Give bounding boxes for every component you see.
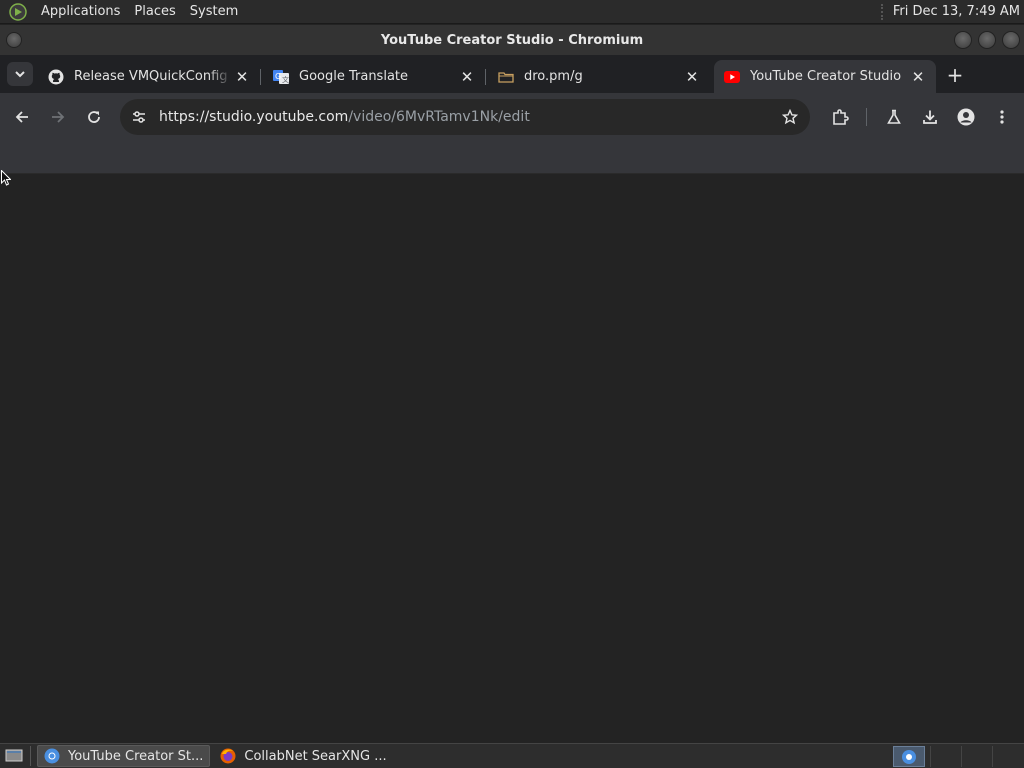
back-button[interactable] — [4, 99, 40, 135]
minimize-button[interactable] — [954, 31, 972, 49]
address-bar[interactable]: https://studio.youtube.com/video/6MvRTam… — [120, 99, 810, 135]
tab-title: Google Translate — [299, 69, 409, 84]
download-icon — [923, 110, 937, 124]
profile-button[interactable] — [948, 99, 984, 135]
back-arrow-icon — [15, 111, 28, 123]
tab-title: YouTube Creator Studio — [750, 69, 902, 84]
show-desktop-button[interactable] — [2, 746, 26, 766]
close-tab-icon[interactable]: ✕ — [908, 67, 928, 87]
taskbar-item-chromium[interactable]: YouTube Creator St... — [37, 745, 211, 767]
workspace-switcher[interactable] — [893, 746, 925, 767]
url-text: https://studio.youtube.com/video/6MvRTam… — [159, 109, 530, 125]
firefox-icon — [220, 748, 236, 764]
applications-menu[interactable]: Applications — [34, 0, 127, 24]
menu-button[interactable] — [984, 99, 1020, 135]
puzzle-icon — [833, 109, 849, 125]
distro-logo-icon[interactable] — [8, 2, 28, 22]
url-path: /video/6MvRTamv1Nk/edit — [348, 109, 530, 125]
forward-arrow-icon — [52, 111, 65, 123]
chromium-icon — [44, 748, 60, 764]
tab-youtube-creator-studio[interactable]: YouTube Creator Studio ✕ — [714, 60, 936, 93]
google-translate-icon: G文 — [273, 69, 289, 85]
clock[interactable]: Fri Dec 13, 7:49 AM — [893, 4, 1024, 19]
taskbar-item-firefox[interactable]: CollabNet SearXNG ... — [214, 745, 392, 767]
close-tab-icon[interactable]: ✕ — [232, 67, 252, 87]
maximize-button[interactable] — [978, 31, 996, 49]
svg-text:文: 文 — [282, 75, 289, 84]
svg-text:G: G — [275, 72, 281, 81]
avatar-icon — [957, 108, 975, 126]
url-host: https://studio.youtube.com — [159, 109, 349, 125]
close-tab-icon[interactable]: ✕ — [457, 67, 477, 87]
desktop-icon — [5, 749, 23, 762]
tab-strip: Release VMQuickConfig 1.6 ✕ G文 Google Tr… — [0, 55, 1024, 93]
window-title: YouTube Creator Studio - Chromium — [380, 32, 644, 48]
bookmark-star-icon[interactable] — [778, 105, 802, 129]
taskbar-item-label: YouTube Creator St... — [68, 748, 204, 764]
system-menu[interactable]: System — [183, 0, 245, 24]
github-icon — [48, 69, 64, 85]
toolbar-separator — [866, 108, 867, 126]
panel-handle — [880, 3, 885, 20]
mouse-cursor-icon — [1, 170, 11, 186]
extensions-button[interactable] — [822, 99, 858, 135]
downloads-button[interactable] — [912, 99, 948, 135]
top-panel: Applications Places System Fri Dec 13, 7… — [0, 0, 1024, 24]
new-tab-button[interactable]: + — [942, 63, 968, 87]
tab-dro-pm[interactable]: dro.pm/g ✕ — [488, 60, 710, 93]
close-tab-icon[interactable]: ✕ — [682, 67, 702, 87]
tab-title: dro.pm/g — [524, 69, 583, 84]
reload-button[interactable] — [76, 99, 112, 135]
tab-release-vmquickconfig[interactable]: Release VMQuickConfig 1.6 ✕ — [38, 60, 261, 93]
taskbar-item-label: CollabNet SearXNG ... — [244, 748, 387, 764]
page-content — [0, 174, 1024, 742]
taskbar: YouTube Creator St... CollabNet SearXNG … — [0, 743, 1024, 768]
kebab-menu-icon — [1000, 110, 1004, 124]
bookmarks-bar — [0, 141, 1024, 174]
window-titlebar[interactable]: YouTube Creator Studio - Chromium — [0, 25, 1024, 55]
places-menu[interactable]: Places — [127, 0, 182, 24]
window-menu-button[interactable] — [6, 32, 22, 48]
folder-icon — [498, 69, 514, 85]
tab-search-button[interactable] — [7, 62, 33, 86]
workspace-separators — [930, 746, 1020, 767]
tab-google-translate[interactable]: G文 Google Translate ✕ — [263, 60, 486, 93]
flask-icon — [887, 109, 901, 124]
site-info-icon[interactable] — [122, 100, 156, 134]
chromium-icon — [902, 749, 916, 764]
reload-icon — [88, 111, 100, 123]
forward-button[interactable] — [40, 99, 76, 135]
labs-button[interactable] — [876, 99, 912, 135]
browser-toolbar: https://studio.youtube.com/video/6MvRTam… — [0, 93, 1024, 141]
close-window-button[interactable] — [1002, 31, 1020, 49]
youtube-icon — [724, 69, 740, 85]
tab-title: Release VMQuickConfig 1.6 — [74, 69, 232, 84]
chevron-down-icon — [15, 71, 25, 78]
